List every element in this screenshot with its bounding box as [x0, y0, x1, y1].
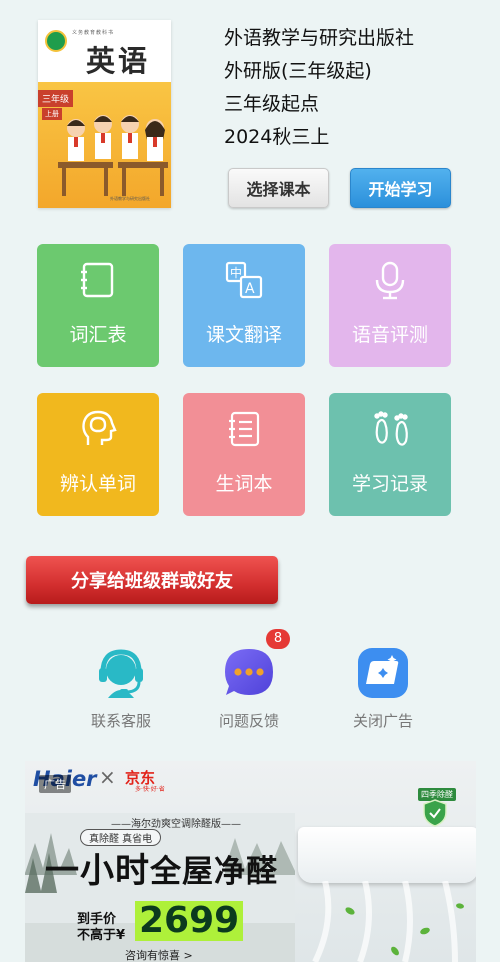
book-info: 外语教学与研究出版社 外研版(三年级起) 三年级起点 2024秋三上: [224, 22, 414, 154]
ad-times-sign: ×: [99, 765, 116, 789]
cover-title: 英语: [86, 44, 151, 78]
book-term: 2024秋三上: [224, 126, 330, 148]
action-label: 联系客服: [90, 712, 151, 730]
footprints-icon: [374, 411, 408, 446]
sparkle-card-icon: [358, 648, 408, 698]
action-label: 问题反馈: [218, 712, 279, 730]
close-ads-button[interactable]: 关闭广告: [328, 646, 438, 731]
feedback-button[interactable]: 问题反馈: [194, 646, 304, 731]
tile-vocabulary[interactable]: 词汇表: [37, 244, 159, 367]
ad-price-label-2: 不高于¥: [77, 928, 126, 943]
ad-headline-part1: 一小时: [45, 851, 150, 891]
book-level: 三年级起点: [224, 93, 320, 115]
airflow-leaves-illustration: [312, 881, 464, 962]
shield-icon: [423, 799, 447, 827]
ad-price: 2699: [135, 901, 244, 941]
air-conditioner-unit: [298, 827, 476, 883]
jd-slogan: 多·快·好·省: [135, 786, 165, 793]
tile-recognize-words[interactable]: 辨认单词: [37, 393, 159, 516]
textbook-cover[interactable]: 义务教育教科书 英语 三年级 上册 外语教学与研究出版社: [38, 20, 171, 208]
cover-series-text: 义务教育教科书: [72, 30, 115, 36]
book-edition: 外研版(三年级起): [224, 60, 372, 82]
notebook-icon: [229, 411, 260, 447]
ad-headline-part2: 全屋净醛: [150, 854, 278, 890]
tile-label: 辨认单词: [59, 473, 136, 495]
translate-icon: 中 A: [225, 261, 263, 299]
choose-textbook-button[interactable]: 选择课本: [228, 168, 329, 208]
tile-learning-records[interactable]: 学习记录: [329, 393, 451, 516]
ad-tag: 广告: [39, 775, 71, 793]
svg-text:A: A: [245, 281, 255, 297]
tile-label: 生词本: [215, 473, 273, 495]
feedback-count-badge: 8: [266, 629, 290, 649]
book-publisher: 外语教学与研究出版社: [224, 27, 415, 49]
headset-icon: [99, 649, 143, 698]
tile-text-translation[interactable]: 中 A 课文翻译: [183, 244, 305, 367]
tile-label: 课文翻译: [205, 324, 282, 346]
tile-label: 词汇表: [69, 324, 127, 346]
tile-label: 学习记录: [351, 473, 428, 495]
tile-speech-evaluation[interactable]: 语音评测: [329, 244, 451, 367]
brain-head-icon: [82, 410, 117, 445]
share-to-class-button[interactable]: 分享给班级群或好友: [26, 556, 278, 604]
ad-subtitle: ——海尔劲爽空调除醛版——: [111, 819, 241, 830]
microphone-icon: [375, 261, 405, 300]
ad-banner[interactable]: Haier 广告 × 京东 多·快·好·省 四季除醛 ——海尔劲爽空调除醛版——…: [25, 761, 476, 962]
ad-headline: 一小时全屋净醛: [45, 843, 278, 892]
ad-more-link[interactable]: 咨询有惊喜 >: [125, 947, 193, 962]
start-learning-button[interactable]: 开始学习: [350, 168, 451, 208]
contact-support-button[interactable]: 联系客服: [66, 646, 176, 731]
cover-children-illustration: [58, 115, 168, 196]
tile-label: 语音评测: [351, 324, 428, 346]
chat-bubble-icon: [225, 649, 273, 695]
cover-logo-icon: [45, 30, 67, 52]
action-label: 关闭广告: [352, 712, 413, 730]
vocabulary-book-icon: [81, 262, 114, 298]
cover-publisher: 外语教学与研究出版社: [110, 196, 150, 201]
tile-new-words-book[interactable]: 生词本: [183, 393, 305, 516]
